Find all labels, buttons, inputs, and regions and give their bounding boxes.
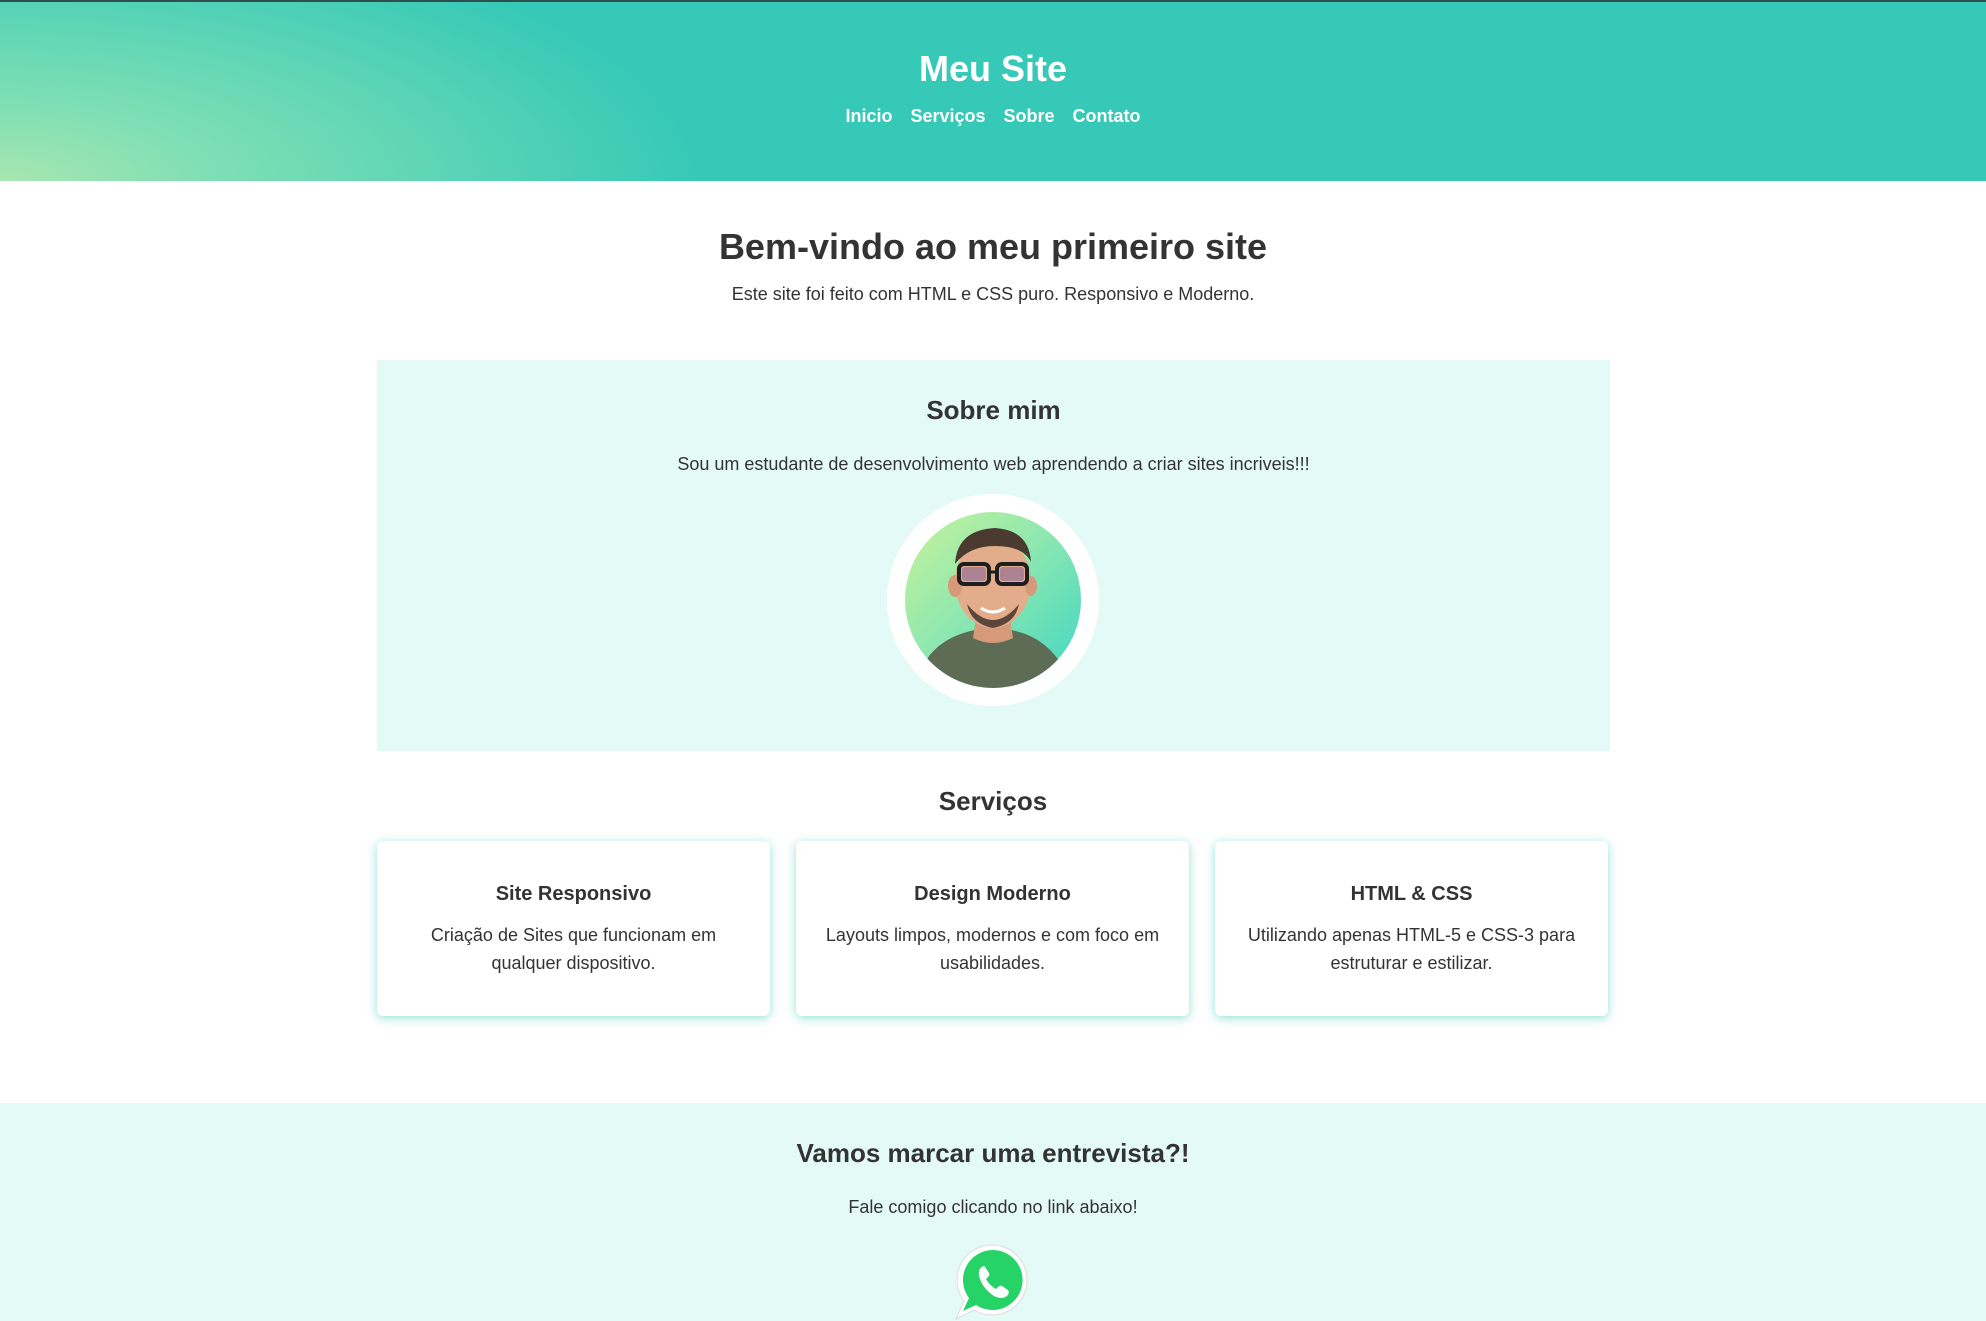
service-card-responsivo: Site Responsivo Criação de Sites que fun… xyxy=(377,841,770,1016)
hero-title: Bem-vindo ao meu primeiro site xyxy=(718,226,1268,267)
page: Meu Site Inicio Serviços Sobre Contato B… xyxy=(0,0,1986,1321)
service-card-text: Criação de Sites que funcionam em qualqu… xyxy=(430,925,717,973)
avatar-frame xyxy=(887,494,1099,706)
service-card-title: Site Responsivo xyxy=(495,883,652,905)
service-card-html-css: HTML & CSS Utilizando apenas HTML-5 e CS… xyxy=(1215,841,1608,1016)
service-card-text: Utilizando apenas HTML-5 e CSS-3 para es… xyxy=(1247,925,1576,973)
service-card-design: Design Moderno Layouts limpos, modernos … xyxy=(796,841,1189,1016)
main-nav: Inicio Serviços Sobre Contato xyxy=(0,106,1986,127)
contact-text: Fale comigo clicando no link abaixo! xyxy=(848,1197,1138,1217)
about-title: Sobre mim xyxy=(926,395,1061,425)
about-section: Sobre mim Sou um estudante de desenvolvi… xyxy=(377,360,1610,751)
nav-link-contato[interactable]: Contato xyxy=(1073,106,1141,127)
services-title: Serviços xyxy=(938,786,1048,816)
whatsapp-link[interactable] xyxy=(954,1243,1032,1321)
avatar xyxy=(905,512,1081,688)
service-card-title: Design Moderno xyxy=(914,883,1071,905)
service-card-text: Layouts limpos, modernos e com foco em u… xyxy=(825,925,1160,973)
hero-subtitle: Este site foi feito com HTML e CSS puro.… xyxy=(731,284,1255,304)
nav-link-servicos[interactable]: Serviços xyxy=(910,106,985,127)
nav-link-inicio[interactable]: Inicio xyxy=(845,106,892,127)
whatsapp-icon xyxy=(954,1244,1028,1321)
contact-section: Vamos marcar uma entrevista?! Fale comig… xyxy=(0,1103,1986,1321)
service-card-title: HTML & CSS xyxy=(1350,883,1473,905)
contact-title: Vamos marcar uma entrevista?! xyxy=(796,1138,1190,1168)
site-title: Meu Site xyxy=(918,48,1068,89)
about-text: Sou um estudante de desenvolvimento web … xyxy=(677,454,1310,474)
nav-link-sobre[interactable]: Sobre xyxy=(1004,106,1055,127)
site-header: Meu Site Inicio Serviços Sobre Contato xyxy=(0,0,1986,181)
profile-photo-icon xyxy=(915,528,1073,688)
